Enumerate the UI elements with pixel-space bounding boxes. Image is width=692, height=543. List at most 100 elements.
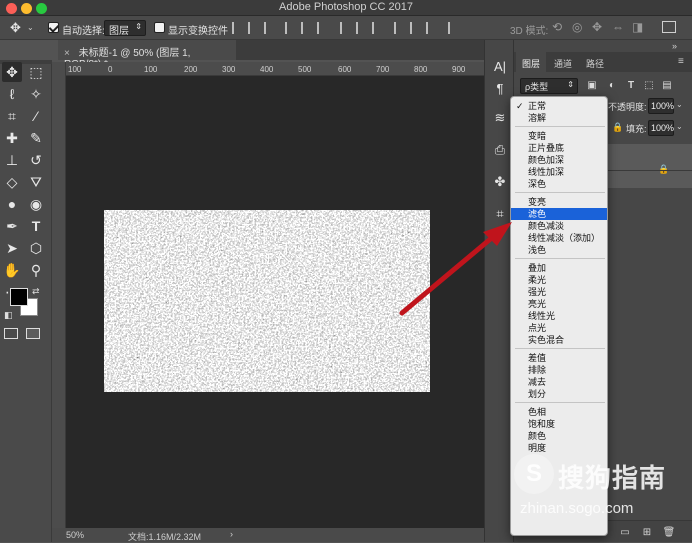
blend-mode-option[interactable]: 正片叠底 <box>511 142 607 154</box>
type-icon[interactable]: T <box>26 216 46 236</box>
pen-icon[interactable]: ✒ <box>2 216 22 236</box>
blend-mode-option[interactable]: 变暗 <box>511 130 607 142</box>
zoom-icon[interactable]: ⚲ <box>26 260 46 280</box>
align-hcenter-icon[interactable] <box>301 22 311 34</box>
collapse-panel-icon[interactable]: » <box>672 41 677 51</box>
align-top-icon[interactable] <box>232 22 242 34</box>
path-select-icon[interactable]: ➤ <box>2 238 22 258</box>
eraser-icon[interactable]: ◇ <box>2 172 22 192</box>
blend-mode-option[interactable]: 线性加深 <box>511 166 607 178</box>
blend-mode-option[interactable]: 色相 <box>511 406 607 418</box>
blend-mode-option[interactable]: 明度 <box>511 442 607 454</box>
brush-icon[interactable]: ✎ <box>26 128 46 148</box>
blend-mode-option[interactable]: 叠加 <box>511 262 607 274</box>
blend-mode-option[interactable]: 线性光 <box>511 310 607 322</box>
history-brush-icon[interactable]: ↺ <box>26 150 46 170</box>
slide-3d-icon[interactable]: ⇔ <box>612 20 624 34</box>
distribute-right-icon[interactable] <box>426 22 436 34</box>
fill-chevron-icon[interactable]: ⌄ <box>676 122 683 131</box>
tab-channels[interactable]: 通道 <box>548 52 578 72</box>
auto-select-checkbox[interactable] <box>48 22 59 33</box>
auto-align-icon[interactable] <box>448 22 458 34</box>
blend-mode-option[interactable]: 饱和度 <box>511 418 607 430</box>
lock-icon[interactable]: 🔒 <box>612 122 623 133</box>
blur-icon[interactable]: ● <box>2 194 22 214</box>
distribute-vcenter-icon[interactable] <box>356 22 366 34</box>
blend-mode-option[interactable]: 差值 <box>511 352 607 364</box>
eyedropper-icon[interactable]: ⁄ <box>26 106 46 126</box>
canvas-area[interactable] <box>66 76 484 528</box>
align-left-icon[interactable] <box>285 22 295 34</box>
dodge-icon[interactable]: ◉ <box>26 194 46 214</box>
zoom-level[interactable]: 50% <box>66 530 84 540</box>
crop-icon[interactable]: ⌗ <box>2 106 22 126</box>
bucket-icon[interactable]: ⛛ <box>26 172 46 192</box>
distribute-left-icon[interactable] <box>394 22 404 34</box>
healing-icon[interactable]: ✚ <box>2 128 22 148</box>
blend-mode-option[interactable]: 划分 <box>511 388 607 400</box>
roll-3d-icon[interactable]: ◎ <box>572 20 582 34</box>
rotate-3d-icon[interactable]: ⟲ <box>552 20 562 34</box>
new-group-icon[interactable]: ▭ <box>618 525 632 539</box>
blend-mode-option[interactable]: 点光 <box>511 322 607 334</box>
blend-mode-option[interactable]: 颜色 <box>511 430 607 442</box>
hand-icon[interactable]: ✋ <box>2 260 22 280</box>
blend-mode-option[interactable]: 线性减淡（添加） <box>511 232 607 244</box>
document-tab[interactable]: × 未标题-1 @ 50% (图层 1, RGB/8*) * <box>58 40 236 70</box>
show-transform-checkbox[interactable] <box>154 22 165 33</box>
opacity-input[interactable]: 100% <box>648 98 674 114</box>
blend-mode-option[interactable]: 柔光 <box>511 274 607 286</box>
move-icon[interactable]: ✥ <box>2 62 22 82</box>
layers-stack-icon[interactable]: ≋ <box>492 110 508 126</box>
magic-wand-icon[interactable]: ✧ <box>26 84 46 104</box>
libraries-icon[interactable]: ⎙ <box>492 142 508 158</box>
document-canvas-noise[interactable] <box>104 210 430 392</box>
stamp-icon[interactable]: ⊥ <box>2 150 22 170</box>
swap-colors-icon[interactable]: ⇄ <box>32 286 40 297</box>
blend-mode-option[interactable]: ✓ 正常 <box>511 100 607 112</box>
filter-shape-icon[interactable]: ⬚ <box>643 79 655 91</box>
blend-mode-option[interactable]: 颜色减淡 <box>511 220 607 232</box>
lasso-icon[interactable]: ℓ <box>2 84 22 104</box>
filter-pixel-icon[interactable]: ▣ <box>586 79 598 91</box>
fill-input[interactable]: 100% <box>648 120 674 136</box>
blend-mode-option[interactable]: 强光 <box>511 286 607 298</box>
blend-mode-option[interactable]: 减去 <box>511 376 607 388</box>
chevron-down-icon[interactable]: ⌄ <box>27 23 34 32</box>
align-bottom-icon[interactable] <box>264 22 274 34</box>
screen-mode-icon[interactable] <box>26 328 40 339</box>
scale-3d-icon[interactable]: ◨ <box>632 20 643 34</box>
tab-paths[interactable]: 路径 <box>580 52 610 72</box>
kind-filter-select[interactable]: ρ类型 ⇕ <box>520 78 578 94</box>
blend-mode-option[interactable]: 实色混合 <box>511 334 607 346</box>
shape-icon[interactable]: ⬡ <box>26 238 46 258</box>
blend-mode-option[interactable]: 颜色加深 <box>511 154 607 166</box>
distribute-top-icon[interactable] <box>340 22 350 34</box>
workspace-icon[interactable] <box>662 21 676 33</box>
paragraph-panel-icon[interactable]: ¶ <box>492 80 508 96</box>
move-tool-preset-icon[interactable]: ✥ <box>10 20 21 36</box>
blend-mode-option[interactable]: 浅色 <box>511 244 607 256</box>
distribute-hcenter-icon[interactable] <box>410 22 420 34</box>
distribute-bottom-icon[interactable] <box>372 22 382 34</box>
blend-mode-option[interactable]: 排除 <box>511 364 607 376</box>
drag-3d-icon[interactable]: ✥ <box>592 20 602 34</box>
blend-mode-option[interactable]: 亮光 <box>511 298 607 310</box>
filter-smart-icon[interactable]: ▤ <box>661 79 673 91</box>
tab-layers[interactable]: 图层 <box>516 52 546 72</box>
filter-adjust-icon[interactable]: ◐ <box>606 79 618 91</box>
blend-mode-option[interactable]: 滤色 <box>511 208 607 220</box>
filter-type-icon[interactable]: T <box>625 79 637 91</box>
character-panel-icon[interactable]: A| <box>492 58 508 74</box>
align-vcenter-icon[interactable] <box>248 22 258 34</box>
close-tab-icon[interactable]: × <box>64 48 70 59</box>
foreground-color-swatch[interactable] <box>10 288 28 306</box>
align-right-icon[interactable] <box>317 22 327 34</box>
delete-layer-icon[interactable]: 🗑 <box>662 525 676 539</box>
panel-menu-icon[interactable]: ≡ <box>678 56 684 67</box>
blend-mode-option[interactable]: 深色 <box>511 178 607 190</box>
status-menu-arrow-icon[interactable]: › <box>230 529 233 539</box>
shapes-icon[interactable]: ✤ <box>492 174 508 190</box>
auto-select-dropdown[interactable]: 图层 ⇕ <box>104 20 146 37</box>
opacity-chevron-icon[interactable]: ⌄ <box>676 100 683 109</box>
